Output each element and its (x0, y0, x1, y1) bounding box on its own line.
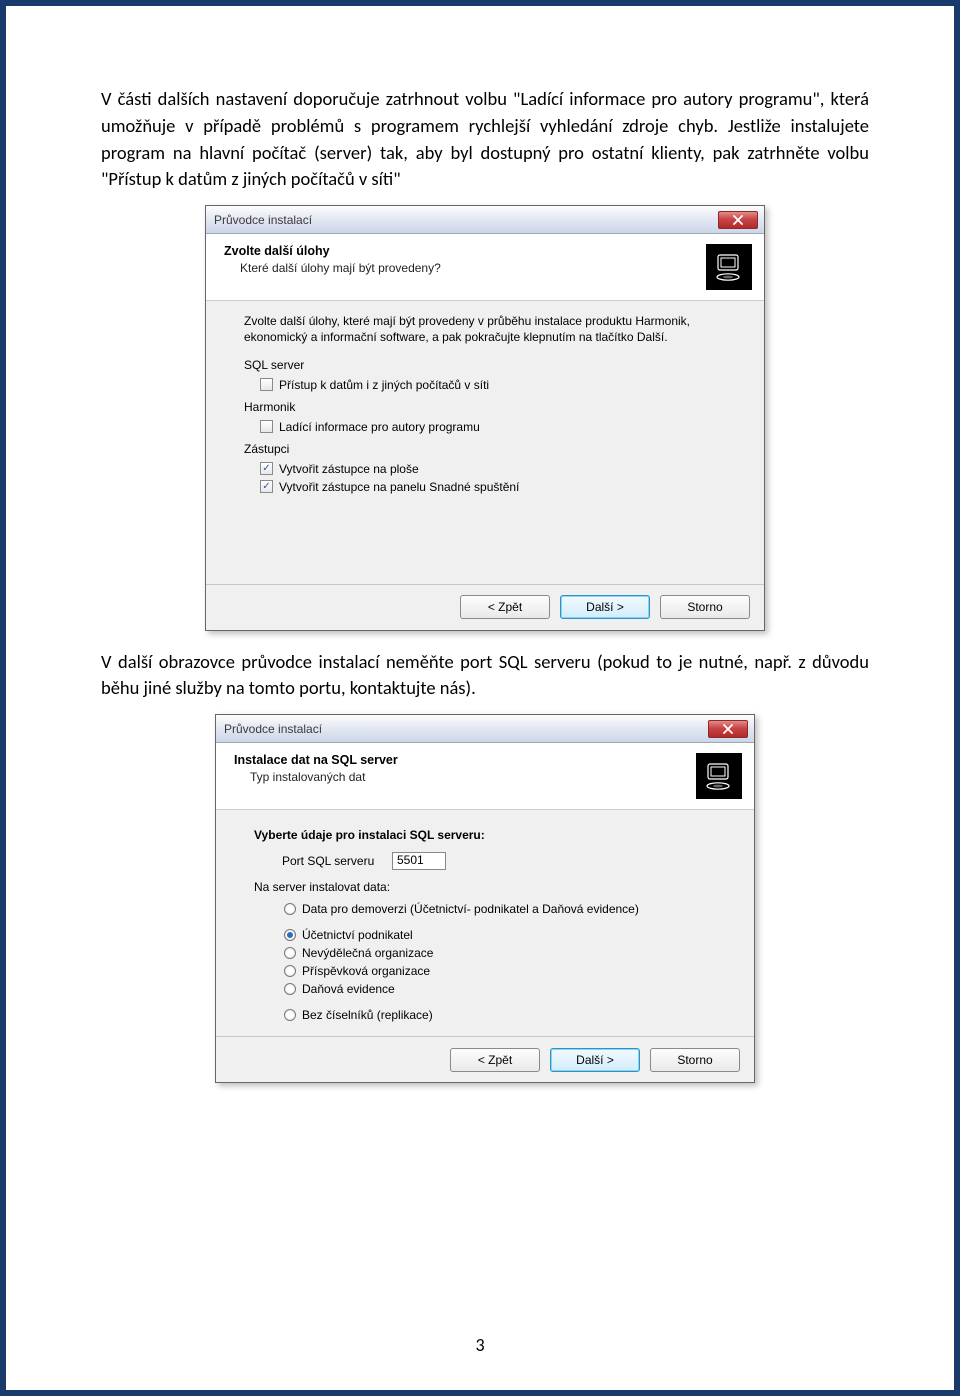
radio-icon (284, 903, 296, 915)
checkbox-icon (260, 480, 273, 493)
back-button[interactable]: < Zpět (450, 1048, 540, 1072)
header-heading: Instalace dat na SQL server (234, 753, 686, 767)
radio-label: Bez číselníků (replikace) (302, 1008, 433, 1022)
radio-ucetnictvi[interactable]: Účetnictví podnikatel (254, 926, 730, 944)
dialog-content: Vyberte údaje pro instalaci SQL serveru:… (216, 810, 754, 1036)
header-sub: Které další úlohy mají být provedeny? (240, 261, 696, 275)
section-sql: SQL server (244, 358, 740, 372)
checkbox-row-network[interactable]: Přístup k datům i z jiných počítačů v sí… (244, 376, 740, 394)
close-icon (732, 215, 744, 225)
radio-danova[interactable]: Daňová evidence (254, 980, 730, 998)
port-label: Port SQL serveru (282, 854, 392, 868)
cancel-button[interactable]: Storno (650, 1048, 740, 1072)
checkbox-label: Přístup k datům i z jiných počítačů v sí… (279, 378, 489, 392)
back-button[interactable]: < Zpět (460, 595, 550, 619)
checkbox-row-quicklaunch[interactable]: Vytvořit zástupce na panelu Snadné spušt… (244, 478, 740, 496)
dialog-header: Instalace dat na SQL server Typ instalov… (216, 743, 754, 810)
cancel-button[interactable]: Storno (660, 595, 750, 619)
checkbox-icon (260, 462, 273, 475)
dialog-tasks: Průvodce instalací Zvolte další úlohy Kt… (205, 205, 765, 630)
prompt-label: Vyberte údaje pro instalaci SQL serveru: (254, 828, 730, 842)
radio-prispevkova[interactable]: Příspěvková organizace (254, 962, 730, 980)
radio-label: Účetnictví podnikatel (302, 928, 413, 942)
radio-bez-ciselniku[interactable]: Bez číselníků (replikace) (254, 1006, 730, 1024)
button-bar: < Zpět Další > Storno (206, 584, 764, 630)
checkbox-row-debug[interactable]: Ladící informace pro autory programu (244, 418, 740, 436)
intro-text: Zvolte další úlohy, které mají být prove… (244, 313, 740, 345)
checkbox-label: Vytvořit zástupce na ploše (279, 462, 419, 476)
dialog-content: Zvolte další úlohy, které mají být prove… (206, 301, 764, 583)
dialog-sql-install: Průvodce instalací Instalace dat na SQL … (215, 714, 755, 1083)
close-icon (722, 724, 734, 734)
paragraph-1: V části dalších nastavení doporučuje zat… (101, 86, 869, 193)
checkbox-icon (260, 420, 273, 433)
checkbox-icon (260, 378, 273, 391)
radio-label: Příspěvková organizace (302, 964, 430, 978)
installer-icon (706, 244, 752, 290)
radio-demo[interactable]: Data pro demoverzi (Účetnictví- podnikat… (254, 900, 730, 918)
window-title: Průvodce instalací (214, 213, 718, 227)
radio-icon (284, 1009, 296, 1021)
section-harmonik: Harmonik (244, 400, 740, 414)
dialog-header: Zvolte další úlohy Které další úlohy maj… (206, 234, 764, 301)
window-title: Průvodce instalací (224, 722, 708, 736)
next-button[interactable]: Další > (560, 595, 650, 619)
checkbox-label: Vytvořit zástupce na panelu Snadné spušt… (279, 480, 519, 494)
header-heading: Zvolte další úlohy (224, 244, 696, 258)
installer-icon (696, 753, 742, 799)
install-data-label: Na server instalovat data: (254, 880, 730, 894)
header-sub: Typ instalovaných dat (250, 770, 686, 784)
radio-icon (284, 947, 296, 959)
port-input[interactable]: 5501 (392, 852, 446, 870)
checkbox-row-desktop[interactable]: Vytvořit zástupce na ploše (244, 460, 740, 478)
paragraph-2: V další obrazovce průvodce instalací nem… (101, 649, 869, 703)
titlebar: Průvodce instalací (206, 206, 764, 234)
radio-label: Nevýdělečná organizace (302, 946, 433, 960)
radio-icon (284, 983, 296, 995)
button-bar: < Zpět Další > Storno (216, 1036, 754, 1082)
page-number: 3 (6, 1334, 954, 1356)
section-zastupci: Zástupci (244, 442, 740, 456)
checkbox-label: Ladící informace pro autory programu (279, 420, 480, 434)
radio-nevydelecna[interactable]: Nevýdělečná organizace (254, 944, 730, 962)
radio-label: Daňová evidence (302, 982, 395, 996)
close-button[interactable] (718, 211, 758, 229)
close-button[interactable] (708, 720, 748, 738)
radio-icon (284, 965, 296, 977)
titlebar: Průvodce instalací (216, 715, 754, 743)
radio-label: Data pro demoverzi (Účetnictví- podnikat… (302, 902, 639, 916)
radio-icon (284, 929, 296, 941)
next-button[interactable]: Další > (550, 1048, 640, 1072)
